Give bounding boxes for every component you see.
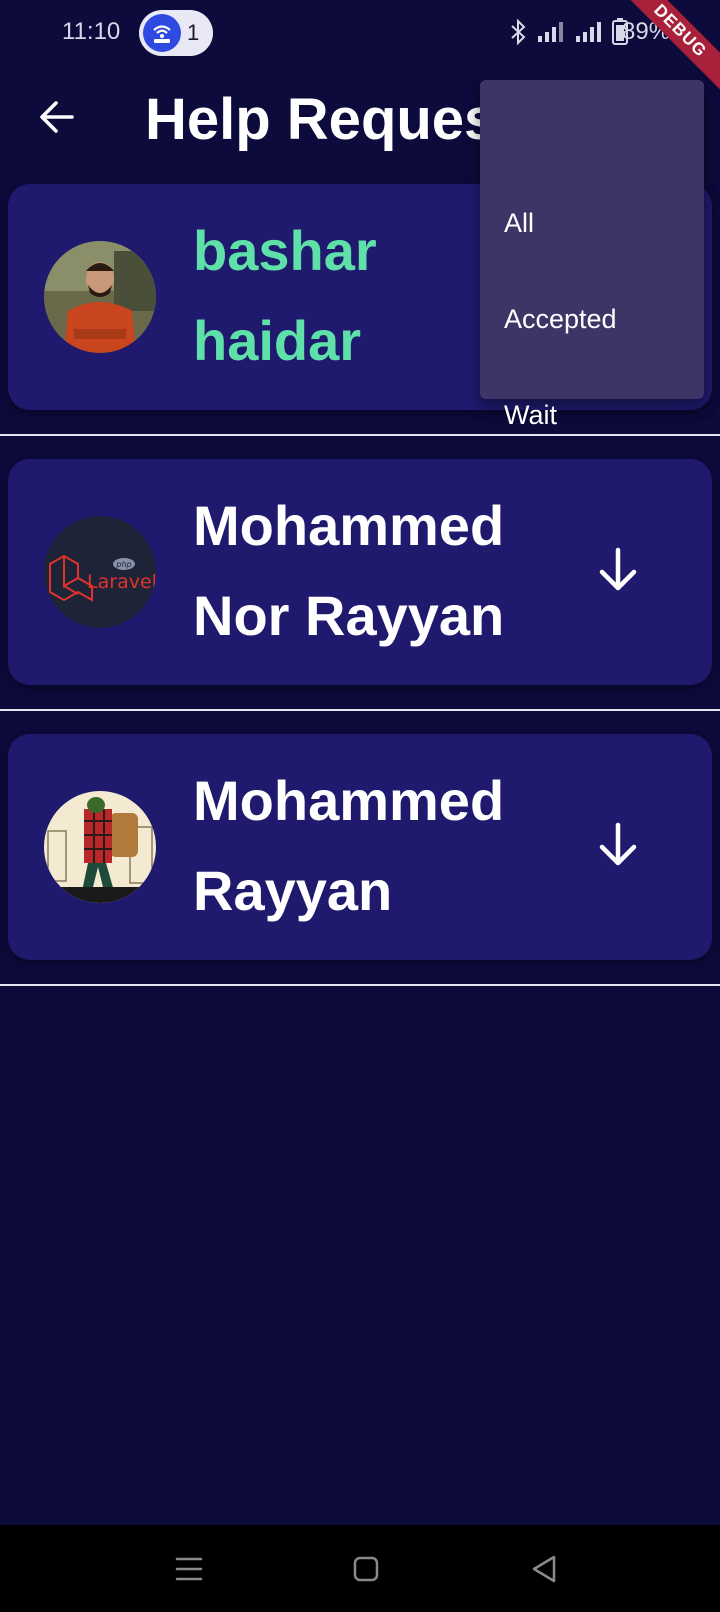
back-button[interactable] (30, 90, 84, 144)
requester-last-name: Nor Rayyan (193, 584, 505, 647)
request-card[interactable]: php Laravel Mohammed Nor Rayyan (8, 459, 712, 685)
home-button[interactable] (344, 1547, 388, 1591)
divider (0, 709, 720, 711)
arrow-left-icon (40, 101, 74, 133)
hotspot-icon (143, 14, 181, 52)
hotspot-chip[interactable]: 1 (139, 10, 213, 56)
back-nav-button[interactable] (522, 1547, 566, 1591)
menu-icon (175, 1557, 203, 1581)
svg-text:php: php (115, 560, 131, 569)
filter-menu: All Accepted Wait (480, 80, 704, 430)
request-card[interactable]: Mohammed Rayyan (8, 734, 712, 960)
arrow-down-icon (599, 547, 637, 591)
avatar (44, 791, 156, 903)
menu-item-all[interactable]: All (504, 198, 684, 248)
requester-name: Mohammed Nor Rayyan (193, 481, 553, 661)
triangle-back-icon (532, 1555, 556, 1583)
menu-item-wait[interactable]: Wait (504, 390, 684, 440)
home-square-icon (353, 1556, 379, 1582)
svg-text:Laravel: Laravel (87, 571, 156, 593)
signal-icon (538, 22, 563, 42)
expand-button[interactable] (590, 817, 646, 873)
expand-button[interactable] (590, 542, 646, 598)
arrow-down-icon (599, 822, 637, 866)
system-nav-bar (0, 1525, 720, 1612)
avatar (44, 241, 156, 353)
signal-icon-2 (576, 22, 601, 42)
menu-item-accepted[interactable]: Accepted (504, 294, 684, 344)
hotspot-count: 1 (187, 20, 200, 45)
status-bar: 11:10 1 89% (0, 0, 720, 66)
avatar: php Laravel (44, 516, 156, 628)
requester-first-name: Mohammed (193, 769, 505, 832)
requester-name: Mohammed Rayyan (193, 756, 553, 936)
status-time: 11:10 (62, 18, 121, 45)
requester-first-name: Mohammed (193, 494, 505, 557)
recent-apps-button[interactable] (167, 1547, 211, 1591)
divider (0, 984, 720, 986)
bluetooth-icon (511, 18, 526, 46)
requester-last-name: Rayyan (193, 859, 393, 922)
